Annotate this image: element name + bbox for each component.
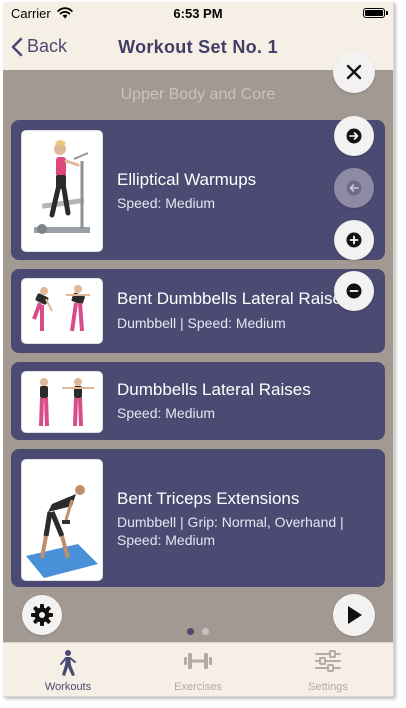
exercise-card[interactable]: Bent Dumbbells Lateral Raises Dumbbell |…	[11, 269, 385, 353]
section-heading: Upper Body and Core	[120, 86, 276, 103]
gear-icon	[31, 604, 53, 626]
exercise-card[interactable]: Bent Triceps Extensions Dumbbell | Grip:…	[11, 449, 385, 587]
page-indicator[interactable]	[3, 628, 393, 635]
remove-exercise-button[interactable]	[334, 271, 374, 311]
tab-label: Settings	[308, 681, 348, 693]
app-screen: Carrier 6:53 PM Back Workout Set No. 1 U…	[3, 2, 394, 697]
exercise-card[interactable]: Dumbbells Lateral Raises Speed: Medium	[11, 362, 385, 440]
battery-icon	[363, 8, 388, 18]
exercise-detail: Dumbbell | Speed: Medium	[117, 315, 286, 331]
tab-settings[interactable]: Settings	[263, 643, 393, 696]
sliders-icon	[315, 650, 341, 672]
exercise-image	[21, 371, 103, 433]
arrow-right-circle-icon	[346, 128, 362, 144]
tab-label: Workouts	[44, 681, 92, 693]
person-walking-icon	[60, 650, 76, 676]
previous-exercise-button[interactable]	[334, 168, 374, 208]
exercise-image	[21, 278, 103, 344]
tab-exercises[interactable]: Exercises	[133, 643, 263, 696]
exercise-name: Dumbbells Lateral Raises	[117, 380, 311, 399]
page-dot-active	[187, 628, 194, 635]
next-exercise-button[interactable]	[334, 116, 374, 156]
exercise-detail-continued: Speed: Medium	[117, 532, 216, 548]
tab-label: Exercises	[174, 681, 222, 693]
exercise-detail: Speed: Medium	[117, 195, 216, 211]
exercise-image	[21, 130, 103, 252]
exercise-name: Bent Dumbbells Lateral Raises	[117, 289, 351, 308]
tab-bar: Workouts Exercises Settings	[3, 642, 393, 696]
exercise-card[interactable]: Elliptical Warmups Speed: Medium	[11, 120, 385, 260]
exercise-name: Bent Triceps Extensions	[117, 489, 300, 508]
exercise-name: Elliptical Warmups	[117, 170, 257, 189]
plus-circle-icon	[346, 232, 362, 248]
status-bar: Carrier 6:53 PM	[3, 2, 393, 24]
workout-exercise-list: Upper Body and Core Elliptical Warmups S…	[3, 51, 393, 642]
elliptical-trainer-illustration	[34, 140, 90, 234]
status-time: 6:53 PM	[173, 6, 223, 21]
close-icon	[346, 64, 362, 80]
page-dot	[202, 628, 209, 635]
triceps-extension-illustration	[26, 485, 98, 578]
exercise-detail: Speed: Medium	[117, 405, 216, 421]
add-exercise-button[interactable]	[334, 220, 374, 260]
bent-lateral-raise-illustration	[32, 285, 90, 332]
minus-circle-icon	[346, 283, 362, 299]
exercise-detail: Dumbbell | Grip: Normal, Overhand |	[117, 514, 344, 530]
close-button[interactable]	[333, 51, 375, 93]
dumbbell-icon	[184, 653, 212, 669]
play-icon	[348, 606, 362, 624]
arrow-left-circle-icon	[346, 180, 362, 196]
exercise-image	[21, 459, 103, 581]
tab-workouts[interactable]: Workouts	[3, 643, 133, 696]
page-title: Workout Set No. 1	[118, 37, 278, 57]
lateral-raise-illustration	[39, 378, 94, 427]
